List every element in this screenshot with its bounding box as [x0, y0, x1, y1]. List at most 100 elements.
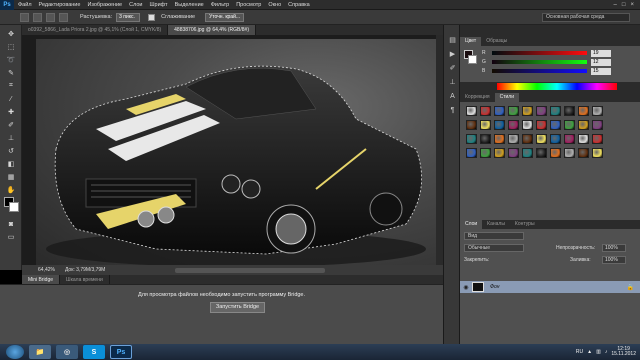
style-swatch[interactable] — [536, 120, 547, 130]
style-swatch[interactable] — [564, 120, 575, 130]
style-swatch[interactable] — [550, 106, 561, 116]
green-slider[interactable] — [492, 60, 587, 64]
skype-icon[interactable]: S — [83, 345, 105, 359]
menu-layers[interactable]: Слои — [129, 2, 142, 8]
visibility-eye-icon[interactable]: ◉ — [460, 284, 472, 291]
blue-value[interactable]: 15 — [591, 67, 611, 75]
history-brush-tool-icon[interactable]: ↺ — [3, 146, 19, 156]
document-canvas[interactable] — [36, 39, 436, 265]
style-swatch[interactable] — [480, 134, 491, 144]
style-swatch[interactable] — [564, 148, 575, 158]
tab-channels[interactable]: Каналы — [482, 220, 510, 229]
refine-edge-button[interactable]: Уточн. край... — [205, 12, 245, 22]
style-swatch[interactable] — [522, 148, 533, 158]
tab-layers[interactable]: Слои — [460, 220, 483, 229]
menu-select[interactable]: Выделение — [175, 2, 204, 8]
style-swatch[interactable] — [550, 134, 561, 144]
style-swatch[interactable] — [480, 148, 491, 158]
history-panel-icon[interactable]: ▤ — [447, 35, 458, 45]
feather-input[interactable]: 3 пикс. — [116, 12, 141, 22]
antialias-checkbox[interactable] — [148, 13, 156, 21]
paragraph-panel-icon[interactable]: ¶ — [447, 105, 458, 115]
style-swatch[interactable] — [550, 148, 561, 158]
explorer-icon[interactable]: 📁 — [29, 345, 51, 359]
menu-view[interactable]: Просмотр — [236, 2, 261, 8]
crop-tool-icon[interactable]: ⌗ — [3, 81, 19, 91]
close-icon[interactable]: × — [630, 2, 634, 8]
brush-panel-icon[interactable]: ✐ — [447, 63, 458, 73]
chrome-icon[interactable]: ◎ — [56, 345, 78, 359]
tab-paths[interactable]: Контуры — [510, 220, 540, 229]
tab-swatches[interactable]: Образцы — [481, 37, 512, 46]
menu-edit[interactable]: Редактирование — [39, 2, 81, 8]
tab-doc-2[interactable]: 48838706.jpg @ 64,4% (RGB/8#) — [168, 25, 256, 35]
menu-file[interactable]: Файл — [18, 2, 32, 8]
red-value[interactable]: 19 — [591, 49, 611, 57]
style-swatch[interactable] — [466, 134, 477, 144]
style-swatch[interactable] — [466, 148, 477, 158]
new-selection-button[interactable] — [20, 12, 29, 22]
blue-slider[interactable] — [492, 69, 587, 73]
style-swatch[interactable] — [578, 120, 589, 130]
blend-mode-dropdown[interactable]: Обычные — [464, 244, 524, 252]
style-swatch[interactable] — [508, 106, 519, 116]
style-swatch[interactable] — [536, 106, 547, 116]
menu-image[interactable]: Изображение — [87, 2, 122, 8]
layer-row[interactable]: ◉ Фон 🔒 — [460, 281, 640, 293]
style-swatch[interactable] — [508, 120, 519, 130]
move-tool-icon[interactable]: ✥ — [3, 29, 19, 39]
style-swatch[interactable] — [578, 106, 589, 116]
style-swatch[interactable] — [522, 106, 533, 116]
style-swatch[interactable] — [522, 134, 533, 144]
character-panel-icon[interactable]: A — [447, 91, 458, 101]
eraser-tool-icon[interactable]: ◧ — [3, 159, 19, 169]
style-swatch[interactable] — [494, 148, 505, 158]
tab-styles[interactable]: Стили — [494, 93, 519, 102]
stamp-tool-icon[interactable]: ⊥ — [3, 133, 19, 143]
menu-type[interactable]: Шрифт — [149, 2, 167, 8]
intersect-selection-button[interactable] — [59, 12, 68, 22]
photoshop-task-icon[interactable]: Ps — [110, 345, 132, 359]
actions-panel-icon[interactable]: ▶ — [447, 49, 458, 59]
vertical-scrollbar[interactable] — [436, 35, 443, 265]
style-swatch[interactable] — [494, 134, 505, 144]
launch-bridge-button[interactable]: Запустить Bridge — [210, 302, 265, 313]
zoom-level[interactable]: 64,42% — [38, 267, 55, 273]
style-swatch[interactable] — [508, 148, 519, 158]
style-swatch[interactable] — [536, 134, 547, 144]
tab-doc-1[interactable]: o0392_5866_Lada Priora 2.jpg @ 45,1% (Сл… — [22, 25, 169, 35]
tab-color[interactable]: Цвет — [460, 37, 482, 46]
green-value[interactable]: 12 — [591, 58, 611, 66]
healing-tool-icon[interactable]: ✚ — [3, 107, 19, 117]
style-swatch[interactable] — [466, 120, 477, 130]
style-swatch[interactable] — [550, 120, 561, 130]
marquee-tool-icon[interactable]: ⬚ — [3, 42, 19, 52]
style-swatch[interactable] — [592, 120, 603, 130]
brush-tool-icon[interactable]: ✐ — [3, 120, 19, 130]
style-swatch[interactable] — [578, 134, 589, 144]
style-swatch[interactable] — [480, 120, 491, 130]
workspace-dropdown[interactable]: Основная рабочая среда — [542, 13, 630, 22]
hand-tool-icon[interactable]: ✋ — [3, 185, 19, 195]
style-swatch[interactable] — [578, 148, 589, 158]
tray-arrow-icon[interactable]: ▲ — [587, 349, 592, 355]
style-swatch[interactable] — [592, 106, 603, 116]
quick-select-tool-icon[interactable]: ✎ — [3, 68, 19, 78]
minimize-icon[interactable]: – — [614, 2, 617, 8]
color-bg-swatch[interactable] — [468, 55, 477, 64]
style-swatch[interactable] — [564, 134, 575, 144]
opacity-input[interactable]: 100% — [602, 244, 626, 252]
style-swatch[interactable] — [536, 148, 547, 158]
clone-panel-icon[interactable]: ⊥ — [447, 77, 458, 87]
language-indicator[interactable]: RU — [576, 349, 583, 355]
menu-window[interactable]: Окно — [268, 2, 281, 8]
color-spectrum[interactable] — [497, 83, 617, 90]
horizontal-scrollbar[interactable] — [175, 267, 326, 273]
style-swatch[interactable] — [592, 148, 603, 158]
style-swatch[interactable] — [494, 106, 505, 116]
start-button[interactable] — [6, 345, 24, 359]
style-swatch[interactable] — [522, 120, 533, 130]
maximize-icon[interactable]: □ — [622, 2, 626, 8]
style-swatch[interactable] — [480, 106, 491, 116]
red-slider[interactable] — [492, 51, 587, 55]
